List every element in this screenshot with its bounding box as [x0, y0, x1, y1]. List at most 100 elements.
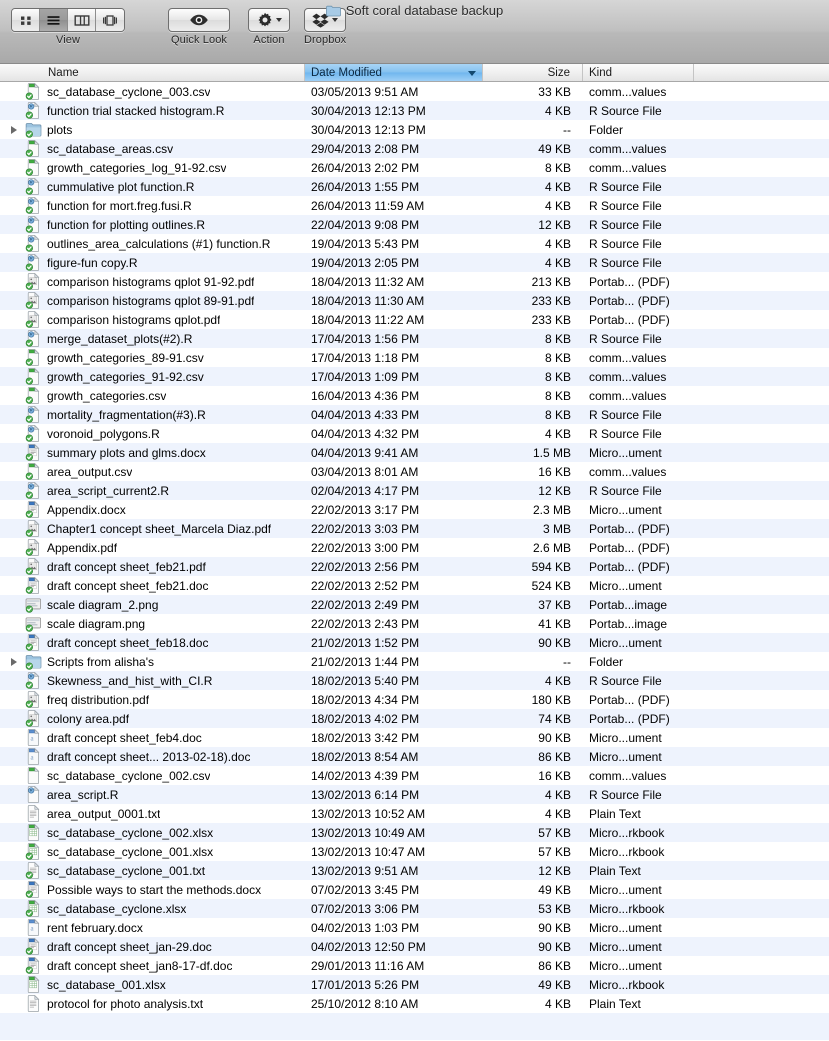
quick-look-button[interactable]	[168, 8, 230, 32]
file-name-cell[interactable]: a rent february.docx	[0, 918, 305, 937]
file-name-cell[interactable]: a draft concept sheet_feb4.doc	[0, 728, 305, 747]
column-header-kind[interactable]: Kind	[583, 64, 694, 81]
table-row[interactable]: Rfigure-fun copy.R 19/04/2013 2:05 PM 4 KB…	[0, 253, 829, 272]
file-name-cell[interactable]: Routlines_area_calculations (#1) functio…	[0, 234, 305, 253]
table-row[interactable]: sc_database_cyclone_003.csv 03/05/2013 9:…	[0, 82, 829, 101]
file-name-cell[interactable]: a draft concept sheet... 2013-02-18).doc	[0, 747, 305, 766]
table-row[interactable]: draft concept sheet_feb21.doc 22/02/2013 …	[0, 576, 829, 595]
table-row[interactable]: Rmortality_fragmentation(#3).R 04/04/2013…	[0, 405, 829, 424]
table-row[interactable]: draft concept sheet_feb21.pdf 22/02/2013 …	[0, 557, 829, 576]
table-row[interactable]: Rfunction trial stacked histogram.R 30/04…	[0, 101, 829, 120]
file-name-cell[interactable]: Rcummulative plot function.R	[0, 177, 305, 196]
file-name-cell[interactable]: Rvoronoid_polygons.R	[0, 424, 305, 443]
file-name-cell[interactable]: Appendix.pdf	[0, 538, 305, 557]
table-row[interactable]: colony area.pdf 18/02/2013 4:02 PM 74 KB Po…	[0, 709, 829, 728]
table-row[interactable]: sc_database_areas.csv 29/04/2013 2:08 PM 4…	[0, 139, 829, 158]
file-name-cell[interactable]: Chapter1 concept sheet_Marcela Diaz.pdf	[0, 519, 305, 538]
table-row[interactable]: area_output_0001.txt 13/02/2013 10:52 AM 4…	[0, 804, 829, 823]
column-header-size[interactable]: Size	[483, 64, 583, 81]
table-row[interactable]: protocol for photo analysis.txt 25/10/201…	[0, 994, 829, 1013]
table-row[interactable]: sc_database_cyclone_001.xlsx 13/02/2013 1…	[0, 842, 829, 861]
file-list[interactable]: sc_database_cyclone_003.csv 03/05/2013 9:…	[0, 82, 829, 1040]
view-segmented-control[interactable]	[11, 8, 125, 32]
table-row[interactable]: draft concept sheet_jan-29.doc 04/02/2013…	[0, 937, 829, 956]
file-name-cell[interactable]: area_output.csv	[0, 462, 305, 481]
table-row[interactable]: Rarea_script_current2.R 02/04/2013 4:17 P…	[0, 481, 829, 500]
table-row[interactable]: a draft concept sheet_feb4.doc 18/02/2013 …	[0, 728, 829, 747]
table-row[interactable]: sc_database_001.xlsx 17/01/2013 5:26 PM 49…	[0, 975, 829, 994]
file-name-cell[interactable]: sc_database_cyclone.xlsx	[0, 899, 305, 918]
file-name-cell[interactable]: comparison histograms qplot.pdf	[0, 310, 305, 329]
file-name-cell[interactable]: comparison histograms qplot 89-91.pdf	[0, 291, 305, 310]
table-row[interactable]: a rent february.docx 04/02/2013 1:03 PM 90 …	[0, 918, 829, 937]
table-row[interactable]: comparison histograms qplot 89-91.pdf 18/…	[0, 291, 829, 310]
list-view-button[interactable]	[40, 9, 68, 31]
table-row[interactable]: Rvoronoid_polygons.R 04/04/2013 4:32 PM 4 …	[0, 424, 829, 443]
table-row[interactable]: sc_database_cyclone_002.csv 14/02/2013 4:…	[0, 766, 829, 785]
file-name-cell[interactable]: summary plots and glms.docx	[0, 443, 305, 462]
file-name-cell[interactable]: Appendix.docx	[0, 500, 305, 519]
table-row[interactable]: growth_categories_89-91.csv 17/04/2013 1:…	[0, 348, 829, 367]
table-row[interactable]: Possible ways to start the methods.docx 0…	[0, 880, 829, 899]
file-name-cell[interactable]: comparison histograms qplot 91-92.pdf	[0, 272, 305, 291]
file-name-cell[interactable]: draft concept sheet_jan-29.doc	[0, 937, 305, 956]
file-name-cell[interactable]: scale diagram.png	[0, 614, 305, 633]
column-header-name[interactable]: Name	[0, 64, 305, 81]
file-name-cell[interactable]: Rmortality_fragmentation(#3).R	[0, 405, 305, 424]
file-name-cell[interactable]: growth_categories_log_91-92.csv	[0, 158, 305, 177]
table-row[interactable]: Rfunction for mort.freg.fusi.R 26/04/2013…	[0, 196, 829, 215]
table-row[interactable]: Rfunction for plotting outlines.R 22/04/2…	[0, 215, 829, 234]
file-name-cell[interactable]: draft concept sheet_feb18.doc	[0, 633, 305, 652]
file-name-cell[interactable]: freq distribution.pdf	[0, 690, 305, 709]
file-name-cell[interactable]: Rarea_script_current2.R	[0, 481, 305, 500]
dropbox-menu-button[interactable]	[304, 8, 347, 32]
table-row[interactable]: growth_categories.csv 16/04/2013 4:36 PM 8…	[0, 386, 829, 405]
empty-list-area[interactable]	[0, 1013, 829, 1040]
file-name-cell[interactable]: growth_categories.csv	[0, 386, 305, 405]
file-name-cell[interactable]: sc_database_cyclone_003.csv	[0, 82, 305, 101]
table-row[interactable]: comparison histograms qplot.pdf 18/04/201…	[0, 310, 829, 329]
table-row[interactable]: area_output.csv 03/04/2013 8:01 AM 16 KB co…	[0, 462, 829, 481]
table-row[interactable]: sc_database_cyclone.xlsx 07/02/2013 3:06 …	[0, 899, 829, 918]
table-row[interactable]: growth_categories_91-92.csv 17/04/2013 1:…	[0, 367, 829, 386]
table-row[interactable]: Appendix.pdf 22/02/2013 3:00 PM 2.6 MB Port…	[0, 538, 829, 557]
disclosure-triangle-icon[interactable]	[6, 125, 22, 134]
file-name-cell[interactable]: Rfunction for plotting outlines.R	[0, 215, 305, 234]
file-name-cell[interactable]: Rmerge_dataset_plots(#2).R	[0, 329, 305, 348]
file-name-cell[interactable]: Rfunction for mort.freg.fusi.R	[0, 196, 305, 215]
table-row[interactable]: summary plots and glms.docx 04/04/2013 9:…	[0, 443, 829, 462]
file-name-cell[interactable]: protocol for photo analysis.txt	[0, 994, 305, 1013]
table-row[interactable]: Rcummulative plot function.R 26/04/2013 1…	[0, 177, 829, 196]
file-name-cell[interactable]: growth_categories_91-92.csv	[0, 367, 305, 386]
file-name-cell[interactable]: sc_database_cyclone_002.csv	[0, 766, 305, 785]
table-row[interactable]: Rarea_script.R 13/02/2013 6:14 PM 4 KB R So…	[0, 785, 829, 804]
table-row[interactable]: plots 30/04/2013 12:13 PM -- Folder	[0, 120, 829, 139]
table-row[interactable]: Chapter1 concept sheet_Marcela Diaz.pdf 2…	[0, 519, 829, 538]
action-menu-button[interactable]	[248, 8, 290, 32]
table-row[interactable]: R Skewness_and_hist_with_CI.R 18/02/2013 5…	[0, 671, 829, 690]
file-name-cell[interactable]: Possible ways to start the methods.docx	[0, 880, 305, 899]
file-name-cell[interactable]: growth_categories_89-91.csv	[0, 348, 305, 367]
file-name-cell[interactable]: Rfunction trial stacked histogram.R	[0, 101, 305, 120]
table-row[interactable]: sc_database_cyclone_002.xlsx 13/02/2013 1…	[0, 823, 829, 842]
file-name-cell[interactable]: Scripts from alisha's	[0, 652, 305, 671]
file-name-cell[interactable]: plots	[0, 120, 305, 139]
table-row[interactable]: a draft concept sheet... 2013-02-18).doc 1…	[0, 747, 829, 766]
column-header-date-modified[interactable]: Date Modified	[305, 64, 483, 81]
table-row[interactable]: freq distribution.pdf 18/02/2013 4:34 PM 1…	[0, 690, 829, 709]
file-name-cell[interactable]: colony area.pdf	[0, 709, 305, 728]
file-name-cell[interactable]: scale diagram_2.png	[0, 595, 305, 614]
file-name-cell[interactable]: sc_database_areas.csv	[0, 139, 305, 158]
table-row[interactable]: growth_categories_log_91-92.csv 26/04/201…	[0, 158, 829, 177]
table-row[interactable]: sc_database_cyclone_001.txt 13/02/2013 9:…	[0, 861, 829, 880]
file-name-cell[interactable]: sc_database_cyclone_001.txt	[0, 861, 305, 880]
file-name-cell[interactable]: sc_database_cyclone_002.xlsx	[0, 823, 305, 842]
table-row[interactable]: Rmerge_dataset_plots(#2).R 17/04/2013 1:5…	[0, 329, 829, 348]
file-name-cell[interactable]: sc_database_cyclone_001.xlsx	[0, 842, 305, 861]
disclosure-triangle-icon[interactable]	[6, 657, 22, 666]
table-row[interactable]: draft concept sheet_feb18.doc 21/02/2013 …	[0, 633, 829, 652]
file-name-cell[interactable]: area_output_0001.txt	[0, 804, 305, 823]
table-row[interactable]: Appendix.docx 22/02/2013 3:17 PM 2.3 MB Mic…	[0, 500, 829, 519]
table-row[interactable]: draft concept sheet_jan8-17-df.doc 29/01/…	[0, 956, 829, 975]
file-name-cell[interactable]: draft concept sheet_feb21.doc	[0, 576, 305, 595]
